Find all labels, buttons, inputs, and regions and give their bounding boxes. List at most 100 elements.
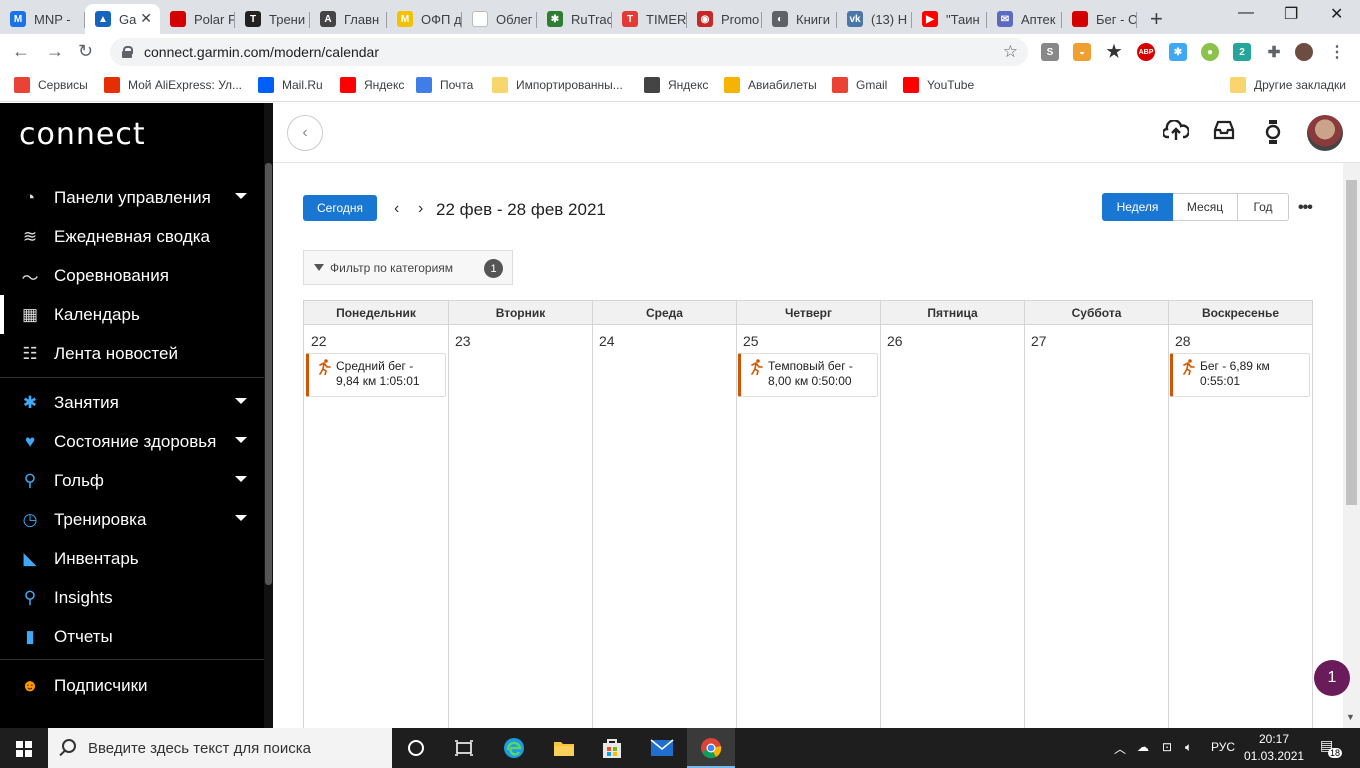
tab-active[interactable]: ▲ Ga ✕ (85, 4, 160, 34)
previous-week-icon[interactable]: ‹ (394, 200, 399, 218)
day-number[interactable]: 23 (455, 333, 471, 349)
input-language[interactable]: РУС (1211, 740, 1235, 754)
browser-tab[interactable]: ✉ Аптек (987, 4, 1062, 34)
day-cell[interactable]: 24 (593, 325, 736, 729)
bookmark-item[interactable]: Сервисы (14, 77, 88, 93)
star-extension-icon[interactable]: ★ (1105, 42, 1123, 61)
chevron-down-icon[interactable] (235, 398, 247, 404)
edge-browser-icon[interactable] (502, 736, 526, 760)
reload-icon[interactable]: ↻ (78, 41, 93, 62)
browser-tab[interactable]: M MNP - (0, 4, 85, 34)
bookmark-item[interactable]: Авиабилеты (724, 77, 817, 93)
bookmark-item[interactable]: Mail.Ru (258, 77, 323, 93)
bookmark-item[interactable]: Яндекс (644, 77, 708, 93)
scroll-down-arrow-icon[interactable]: ▼ (1346, 712, 1355, 722)
bookmark-item[interactable]: YouTube (903, 77, 974, 93)
browser-tab[interactable]: ✱ RuTrac (537, 4, 612, 34)
collapse-sidebar-button[interactable]: ‹ (287, 115, 323, 151)
day-number[interactable]: 27 (1031, 333, 1047, 349)
day-number[interactable]: 25 (743, 333, 759, 349)
restore-button[interactable]: ❐ (1284, 4, 1298, 24)
url-text[interactable]: connect.garmin.com/modern/calendar (144, 44, 379, 60)
extension-rainbow-icon[interactable]: ◒ (1073, 43, 1091, 61)
cortana-icon[interactable] (404, 736, 428, 760)
profile-avatar-icon[interactable] (1295, 43, 1313, 61)
garmin-connect-logo[interactable]: connect (19, 117, 146, 152)
browser-tab[interactable]: vk (13) Н (837, 4, 912, 34)
notification-bubble[interactable]: 1 (1314, 660, 1350, 696)
bookmark-item[interactable]: Мой AliExpress: Ул... (104, 77, 242, 93)
view-month-button[interactable]: Месяц (1173, 193, 1238, 221)
store-icon[interactable] (600, 736, 624, 760)
day-cell[interactable]: 26 (881, 325, 1024, 729)
sidebar-item[interactable]: ▦ Календарь (0, 295, 264, 334)
more-options-icon[interactable]: ••• (1298, 199, 1313, 217)
sidebar-item[interactable]: 〜 Соревнования (0, 256, 264, 295)
bookmark-item[interactable]: Импортированны... (492, 77, 623, 93)
sidebar-item[interactable]: ≋ Ежедневная сводка (0, 217, 264, 256)
browser-tab[interactable]: Polar F (160, 4, 235, 34)
network-icon[interactable]: ⊡ (1162, 740, 1172, 754)
browser-tab[interactable]: M ОФП д (387, 4, 462, 34)
sidebar-item[interactable]: ⚲ Гольф (0, 461, 264, 500)
browser-tab[interactable]: Бег - С (1062, 4, 1137, 34)
sidebar-item[interactable]: ◔ Панели управления (0, 178, 264, 217)
extension-badge-icon[interactable]: 2 (1233, 43, 1251, 61)
browser-tab[interactable]: ◉ Promo (687, 4, 762, 34)
chevron-down-icon[interactable] (235, 193, 247, 199)
browser-tab[interactable]: ◐ Книги (762, 4, 837, 34)
mail-app-icon[interactable] (650, 736, 674, 760)
taskbar-search-box[interactable]: Введите здесь текст для поиска (48, 728, 392, 768)
day-cell[interactable]: 28 Бег - 6,89 км 0:55:01 (1169, 325, 1312, 729)
address-bar[interactable]: connect.garmin.com/modern/calendar ☆ (110, 38, 1028, 66)
activity-event[interactable]: Средний бег -9,84 км 1:05:01 (306, 353, 446, 397)
close-tab-icon[interactable]: ✕ (140, 10, 152, 27)
bookmark-item[interactable]: Яндекс (340, 77, 404, 93)
view-week-button[interactable]: Неделя (1102, 193, 1173, 221)
watch-device-icon[interactable] (1265, 120, 1281, 150)
bookmark-item[interactable]: Gmail (832, 77, 887, 93)
user-avatar[interactable] (1307, 115, 1343, 151)
sidebar-item[interactable]: ♥ Состояние здоровья (0, 422, 264, 461)
chrome-taskbar-button[interactable] (687, 728, 735, 768)
chrome-menu-icon[interactable]: ⋮ (1328, 43, 1346, 61)
tray-chevron-up-icon[interactable]: ︿ (1114, 740, 1126, 757)
forward-icon[interactable]: → (46, 41, 64, 62)
sidebar-item[interactable]: ☷ Лента новостей (0, 334, 264, 373)
day-number[interactable]: 22 (311, 333, 327, 349)
day-number[interactable]: 28 (1175, 333, 1191, 349)
bookmark-item[interactable]: Почта (416, 77, 473, 93)
sidebar-scrollbar-thumb[interactable] (265, 163, 272, 585)
day-cell[interactable]: 27 (1025, 325, 1168, 729)
file-explorer-icon[interactable] (552, 736, 576, 760)
chevron-down-icon[interactable] (235, 476, 247, 482)
close-window-button[interactable]: ✕ (1330, 4, 1343, 24)
category-filter[interactable]: Фильтр по категориям 1 (303, 250, 513, 285)
other-bookmarks[interactable]: Другие закладки (1230, 77, 1346, 93)
sidebar-item[interactable]: ▮ Отчеты (0, 617, 264, 656)
upload-cloud-icon[interactable] (1161, 119, 1191, 148)
sidebar-item[interactable]: ⚲ Insights (0, 578, 264, 617)
day-number[interactable]: 26 (887, 333, 903, 349)
back-icon[interactable]: ← (12, 41, 30, 62)
day-cell[interactable]: 25 Темповый бег -8,00 км 0:50:00 (737, 325, 880, 729)
page-scrollbar-thumb[interactable] (1346, 180, 1357, 505)
sidebar-item[interactable]: ◣ Инвентарь (0, 539, 264, 578)
next-week-icon[interactable]: › (418, 200, 423, 218)
browser-tab[interactable]: T Трени (235, 4, 310, 34)
today-button[interactable]: Сегодня (303, 195, 377, 221)
inbox-icon[interactable] (1213, 120, 1235, 146)
chevron-down-icon[interactable] (235, 515, 247, 521)
browser-tab[interactable]: A Главн (310, 4, 387, 34)
sidebar-item[interactable]: ✱ Занятия (0, 383, 264, 422)
system-clock[interactable]: 20:17 01.03.2021 (1244, 731, 1304, 765)
sidebar-item[interactable]: ☻ Подписчики (0, 666, 264, 705)
minimize-button[interactable]: — (1238, 4, 1254, 22)
chevron-down-icon[interactable] (235, 437, 247, 443)
browser-tab[interactable]: T TIMER (612, 4, 687, 34)
volume-icon[interactable]: 🔈︎ (1185, 740, 1192, 755)
adblock-icon[interactable]: ABP (1137, 43, 1155, 61)
task-view-icon[interactable] (452, 736, 476, 760)
day-number[interactable]: 24 (599, 333, 615, 349)
view-year-button[interactable]: Год (1238, 193, 1289, 221)
